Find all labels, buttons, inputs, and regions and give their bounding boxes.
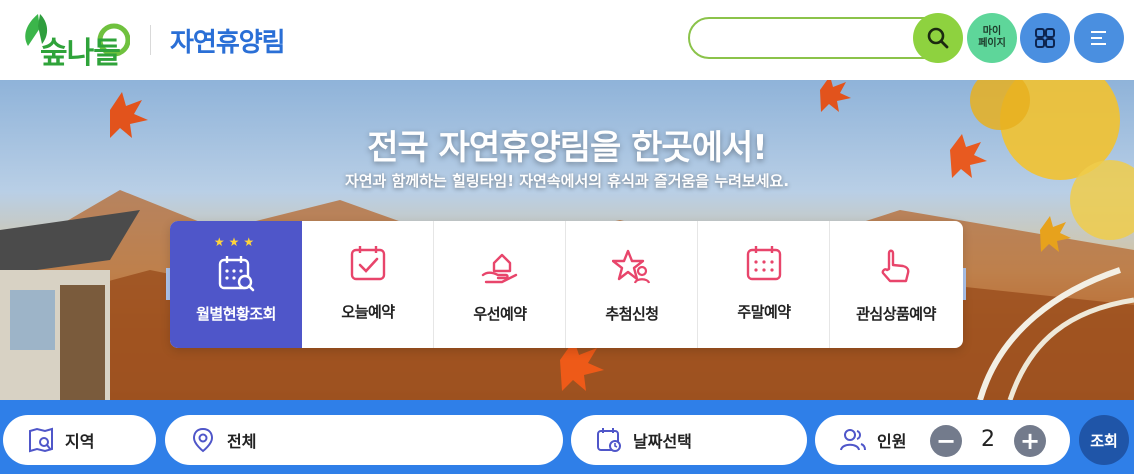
area-select[interactable]: 전체	[165, 415, 563, 465]
search-icon	[927, 27, 949, 49]
menu-item-label: 추첨신청	[605, 305, 659, 323]
people-stepper: 인원 − 2 +	[815, 415, 1070, 465]
increase-people-button[interactable]: +	[1014, 425, 1046, 457]
search-input[interactable]	[704, 27, 914, 49]
menu-item-label: 주말예약	[737, 303, 791, 321]
site-logo[interactable]: 숲나들e	[18, 10, 130, 107]
area-label: 전체	[227, 432, 257, 451]
hero-subtitle: 자연과 함께하는 힐링타임! 자연속에서의 휴식과 즐거움을 누려보세요.	[344, 172, 790, 190]
decrease-people-button[interactable]: −	[930, 425, 962, 457]
region-select[interactable]: 지역	[3, 415, 156, 465]
date-label: 날짜선택	[633, 432, 692, 451]
region-label: 지역	[65, 432, 95, 451]
mypage-label-line1: 마이	[982, 26, 1002, 37]
header-divider	[150, 25, 151, 55]
grid-icon	[1035, 28, 1055, 48]
calendar-grid-icon	[746, 246, 782, 281]
menu-item-label: 우선예약	[473, 305, 527, 323]
menu-item-label: 오늘예약	[341, 303, 395, 321]
search-button[interactable]	[913, 13, 963, 63]
stars-decoration: ★★★	[213, 235, 259, 249]
calendar-search-icon	[218, 256, 255, 292]
calendar-clock-icon	[597, 428, 621, 452]
date-select[interactable]: 날짜선택	[571, 415, 807, 465]
menu-item-interest-reservation[interactable]: 관심상품예약	[830, 221, 962, 348]
menu-item-label: 관심상품예약	[856, 305, 936, 323]
people-count: 2	[981, 427, 995, 452]
quick-menu-panel: ★★★ 월별현황조회 오늘예약 우선예약 추첨신청 주말예약 관심상품예약	[170, 221, 963, 348]
hand-house-icon	[481, 253, 518, 284]
menu-item-monthly-status[interactable]: ★★★ 월별현황조회	[170, 221, 302, 348]
hamburger-icon	[1091, 31, 1106, 45]
mypage-button[interactable]: 마이 페이지	[967, 13, 1017, 63]
menu-item-lottery-application[interactable]: 추첨신청	[566, 221, 698, 348]
menu-item-label: 월별현황조회	[196, 305, 276, 323]
menu-item-priority-reservation[interactable]: 우선예약	[434, 221, 566, 348]
location-icon	[192, 427, 214, 453]
site-header: 숲나들e 자연휴양림 마이 페이지	[0, 0, 1134, 107]
hero-title: 전국 자연휴양림을 한곳에서!	[367, 128, 768, 168]
people-label: 인원	[877, 432, 907, 451]
people-icon	[840, 429, 866, 451]
all-menu-grid-button[interactable]	[1020, 13, 1070, 63]
menu-item-weekend-reservation[interactable]: 주말예약	[698, 221, 830, 348]
reservation-search-bar: 지역 전체 날짜선택 인원 − 2 + 조회	[0, 400, 1134, 474]
menu-item-today-reservation[interactable]: 오늘예약	[302, 221, 434, 348]
site-name[interactable]: 자연휴양림	[170, 22, 286, 59]
map-pin-icon	[29, 427, 53, 453]
pointer-hand-icon	[881, 249, 910, 283]
star-person-icon	[612, 249, 651, 284]
mypage-label-line2: 페이지	[978, 38, 1006, 49]
hamburger-menu-button[interactable]	[1074, 13, 1124, 63]
hero-banner: 전국 자연휴양림을 한곳에서! 자연과 함께하는 힐링타임! 자연속에서의 휴식…	[0, 80, 1134, 400]
calendar-check-icon	[350, 246, 386, 281]
search-submit-button[interactable]: 조회	[1079, 415, 1129, 465]
